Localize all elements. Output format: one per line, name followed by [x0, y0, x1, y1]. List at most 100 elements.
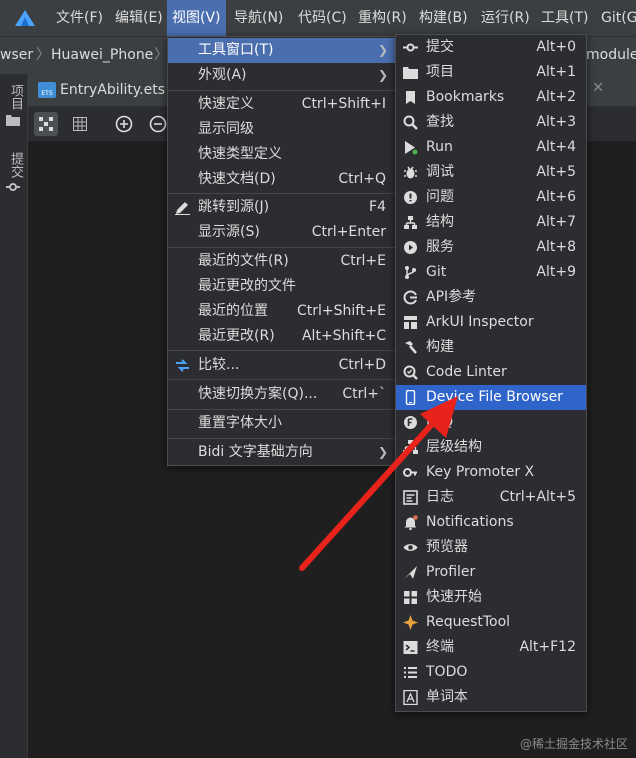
folder-icon: [6, 115, 20, 126]
bug-icon: [404, 166, 417, 179]
menu-edit[interactable]: 编辑(E): [110, 0, 168, 36]
breadcrumb-item-browser[interactable]: wser: [0, 37, 33, 74]
menu-item-previewer[interactable]: 预览器: [396, 535, 586, 560]
chevron-right-icon: 〉: [36, 47, 50, 63]
menu-item-bookmarks[interactable]: Bookmarks Alt+2: [396, 85, 586, 110]
menu-separator: [168, 90, 396, 91]
menu-item-api-reference[interactable]: API参考: [396, 285, 586, 310]
menu-separator: [168, 409, 396, 410]
view-menu-dropdown: 工具窗口(T) ❯ 外观(A) ❯ 快速定义 Ctrl+Shift+I 显示同级 快速…: [167, 36, 397, 466]
pattern-icon: [39, 117, 53, 131]
menu-item-recent-files[interactable]: 最近的文件(R) Ctrl+E: [168, 249, 396, 274]
zoom-in-button[interactable]: [112, 112, 136, 136]
menu-item-jump-to-source[interactable]: 跳转到源(J) F4: [168, 195, 396, 220]
menu-item-tool-windows[interactable]: 工具窗口(T) ❯: [168, 38, 396, 63]
grid-view-button[interactable]: [34, 112, 58, 136]
menu-item-show-siblings[interactable]: 显示同级: [168, 117, 396, 142]
menu-separator: [168, 438, 396, 439]
terminal-icon: [403, 641, 418, 654]
menu-item-reset-font-size[interactable]: 重置字体大小: [168, 411, 396, 436]
chevron-right-icon: 〉: [154, 47, 168, 63]
menu-item-find[interactable]: 查找 Alt+3: [396, 110, 586, 135]
menu-view[interactable]: 视图(V): [167, 0, 226, 36]
search-icon: [403, 115, 418, 130]
tab-entryability[interactable]: ETS EntryAbility.ets: [34, 74, 165, 106]
menu-item-run[interactable]: Run Alt+4: [396, 135, 586, 160]
bookmark-icon: [406, 91, 415, 104]
menu-item-todo[interactable]: TODO: [396, 660, 586, 685]
log-icon: [403, 490, 418, 505]
menu-item-code-linter[interactable]: Code Linter: [396, 360, 586, 385]
menu-tools[interactable]: 工具(T): [536, 0, 593, 36]
menu-item-structure[interactable]: 结构 Alt+7: [396, 210, 586, 235]
menu-item-arkui-inspector[interactable]: ArkUI Inspector: [396, 310, 586, 335]
eye-icon: [403, 544, 418, 551]
plus-circle-icon: [115, 115, 133, 133]
services-icon: [404, 241, 417, 254]
menu-separator: [168, 247, 396, 248]
close-icon[interactable]: ✕: [592, 80, 604, 96]
tool-window-stripe: 项目 提交: [0, 74, 28, 758]
menu-item-compare[interactable]: 比较... Ctrl+D: [168, 353, 396, 378]
menu-item-git[interactable]: Git Alt+9: [396, 260, 586, 285]
wordbook-icon: [403, 690, 418, 705]
api-icon: [403, 290, 417, 305]
menu-item-quick-start[interactable]: 快速开始: [396, 585, 586, 610]
table-view-button[interactable]: [68, 112, 92, 136]
todo-icon: [404, 667, 417, 678]
menu-item-terminal[interactable]: 终端 Alt+F12: [396, 635, 586, 660]
menu-item-show-source[interactable]: 显示源(S) Ctrl+Enter: [168, 220, 396, 245]
menu-item-hierarchy[interactable]: 层级结构: [396, 435, 586, 460]
menu-item-recent-locations[interactable]: 最近的位置 Ctrl+Shift+E: [168, 299, 396, 324]
run-icon: [405, 141, 418, 155]
breadcrumb-item-device[interactable]: Huawei_Phone: [51, 37, 153, 74]
menu-item-key-promoter[interactable]: Key Promoter X: [396, 460, 586, 485]
quickstart-icon: [404, 591, 417, 604]
menu-item-quick-documentation[interactable]: 快速文档(D) Ctrl+Q: [168, 167, 396, 192]
sidebar-item-project[interactable]: 项目: [6, 84, 25, 110]
menu-separator: [168, 193, 396, 194]
bell-icon: [404, 515, 418, 530]
request-icon: [403, 615, 418, 630]
linter-icon: [403, 365, 418, 380]
structure-icon: [404, 216, 417, 229]
menu-code[interactable]: 代码(C): [293, 0, 352, 36]
menu-item-services[interactable]: 服务 Alt+8: [396, 235, 586, 260]
menu-run[interactable]: 运行(R): [476, 0, 535, 36]
menu-refactor[interactable]: 重构(R): [353, 0, 412, 36]
menu-item-request-tool[interactable]: RequestTool: [396, 610, 586, 635]
menu-item-faq[interactable]: FAQ: [396, 410, 586, 435]
menu-item-wordbook[interactable]: 单词本: [396, 685, 586, 710]
sidebar-item-commit[interactable]: 提交: [6, 152, 25, 178]
menu-item-recently-changed-files[interactable]: 最近更改的文件: [168, 274, 396, 299]
menu-item-quick-switch-scheme[interactable]: 快速切换方案(Q)... Ctrl+`: [168, 382, 396, 407]
menu-item-build[interactable]: 构建: [396, 335, 586, 360]
menu-item-bidi-direction[interactable]: Bidi 文字基础方向 ❯: [168, 440, 396, 465]
deveco-logo-icon[interactable]: [14, 9, 36, 27]
key-icon: [403, 468, 417, 477]
menu-item-device-file-browser[interactable]: Device File Browser: [396, 385, 586, 410]
grid-icon: [73, 117, 87, 131]
menu-item-project[interactable]: 项目 Alt+1: [396, 60, 586, 85]
menu-item-recent-changes[interactable]: 最近更改(R) Alt+Shift+C: [168, 324, 396, 349]
menu-navigate[interactable]: 导航(N): [229, 0, 288, 36]
hierarchy-icon: [403, 440, 418, 454]
menu-item-quick-definition[interactable]: 快速定义 Ctrl+Shift+I: [168, 92, 396, 117]
problem-icon: [404, 191, 417, 204]
ets-file-icon: ETS: [38, 82, 56, 98]
menu-item-debug[interactable]: 调试 Alt+5: [396, 160, 586, 185]
menu-item-appearance[interactable]: 外观(A) ❯: [168, 63, 396, 88]
menu-item-log[interactable]: 日志 Ctrl+Alt+5: [396, 485, 586, 510]
menu-item-quick-type-definition[interactable]: 快速类型定义: [168, 142, 396, 167]
menu-git[interactable]: Git(G): [596, 0, 636, 36]
menu-item-commit[interactable]: 提交 Alt+0: [396, 35, 586, 60]
commit-icon: [6, 183, 20, 191]
menu-build[interactable]: 构建(B): [414, 0, 473, 36]
menu-item-profiler[interactable]: Profiler: [396, 560, 586, 585]
tab-label: EntryAbility.ets: [60, 82, 166, 98]
pencil-icon: [175, 202, 190, 215]
menu-item-problems[interactable]: 问题 Alt+6: [396, 185, 586, 210]
breadcrumb-item-module[interactable]: module: [586, 37, 636, 74]
menu-file[interactable]: 文件(F): [51, 0, 108, 36]
menu-item-notifications[interactable]: Notifications: [396, 510, 586, 535]
